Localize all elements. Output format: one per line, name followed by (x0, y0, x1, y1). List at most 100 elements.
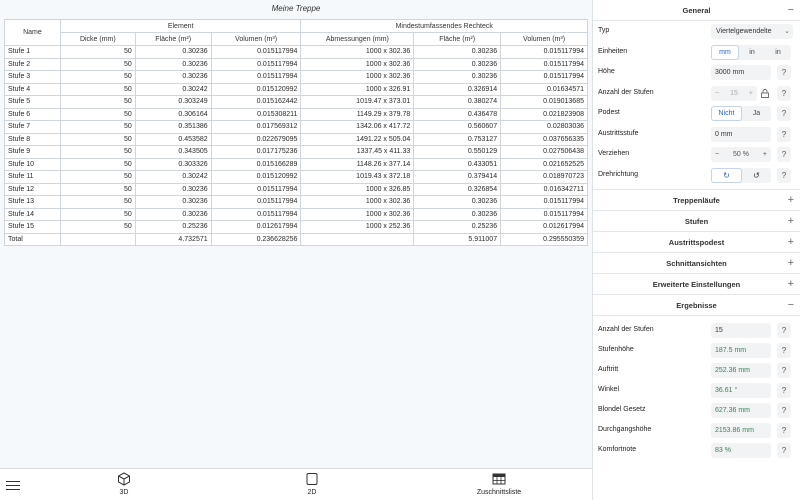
help-icon[interactable]: ? (777, 423, 791, 438)
expand-icon[interactable]: + (788, 211, 794, 232)
table-row: Stufe 7 50 0.351386 0.017569312 1342.06 x 41… (4, 120, 588, 134)
section-erweitert-title: Erweiterte Einstellungen (652, 280, 741, 289)
table-cell: Stufe 5 (4, 95, 61, 109)
table-cell: 0.012617994 (500, 220, 588, 234)
row-typ: Typ Viertelgewendelte ⌄ (593, 21, 800, 42)
help-icon[interactable]: ? (777, 65, 791, 80)
square-icon (306, 473, 318, 485)
section-general-header[interactable]: General − (593, 0, 800, 21)
table-cell: 0.015117994 (210, 57, 302, 71)
table-cell: 0.30236 (134, 57, 212, 71)
anzahl-stepper[interactable]: − 15 + (711, 85, 757, 101)
help-icon[interactable]: ? (777, 363, 791, 378)
section-schnittansichten-header[interactable]: Schnittansichten + (593, 253, 800, 274)
view-2d-button[interactable]: 2D (272, 472, 352, 496)
plus-icon[interactable]: + (763, 147, 767, 162)
table-cell: 0.30236 (134, 182, 212, 196)
help-icon[interactable]: ? (777, 167, 791, 183)
table-cell: 0.30242 (134, 82, 212, 96)
page-title: Meine Treppe (271, 4, 321, 13)
table-cell: 0.01634571 (500, 82, 588, 96)
row-podest: Podest Nicht Ja ? (593, 103, 800, 124)
table-cell: 1337.45 x 411.33 (300, 145, 415, 159)
cutlist-button[interactable]: Zuschnittsliste (459, 472, 539, 496)
result-label: Auftritt (598, 366, 619, 373)
table-cell: Stufe 8 (4, 132, 61, 146)
table-cell: 0.015308211 (210, 107, 302, 121)
table-cell: 1149.29 x 379.78 (300, 107, 415, 121)
result-value: 2153.86 mm (711, 423, 771, 438)
podest-toggle: Nicht Ja (711, 106, 771, 121)
unit-in-option[interactable]: in (739, 45, 765, 60)
table-cell: Stufe 11 (4, 170, 61, 184)
section-ergebnisse-header[interactable]: Ergebnisse − (593, 295, 800, 316)
table-cell: 1148.26 x 377.14 (300, 157, 415, 171)
hoehe-input[interactable]: 3000 mm (711, 65, 771, 80)
verziehen-stepper[interactable]: − 50 % + (711, 147, 771, 162)
table-cell: 0.343505 (134, 145, 212, 159)
drehrichtung-toggle: ↻ ↺ (711, 167, 771, 183)
expand-icon[interactable]: + (788, 190, 794, 211)
results-list: Anzahl der Stufen 15? Stufenhöhe 187.5 mm? A… (593, 316, 800, 460)
row-austritt: Austrittsstufe 0 mm ? (593, 124, 800, 145)
result-value: 252.36 mm (711, 363, 771, 378)
table-row: Stufe 13 50 0.30236 0.015117994 1000 x 302.3… (4, 195, 588, 209)
expand-icon[interactable]: + (788, 253, 794, 274)
view-3d-button[interactable]: 3D (84, 472, 164, 496)
help-icon[interactable]: ? (777, 403, 791, 418)
plus-icon[interactable]: + (749, 86, 753, 101)
help-icon[interactable]: ? (777, 147, 791, 162)
section-treppenlaeufe-header[interactable]: Treppenläufe + (593, 190, 800, 211)
podest-ja-option[interactable]: Ja (742, 106, 771, 121)
table-row: Stufe 15 50 0.25236 0.012617994 1000 x 252.3… (4, 220, 588, 234)
collapse-icon[interactable]: − (788, 295, 794, 316)
table-cell: 0.015117994 (500, 207, 588, 221)
help-icon[interactable]: ? (777, 106, 791, 121)
help-icon[interactable]: ? (777, 85, 791, 101)
table-cell: 0.30236 (134, 207, 212, 221)
unit-in-frac-option[interactable]: in (765, 45, 791, 60)
table-cell: 0.015162442 (210, 95, 302, 109)
col-flaeche2-header: Fläche (m²) (413, 32, 502, 46)
expand-icon[interactable]: + (788, 274, 794, 295)
section-austrittspodest-header[interactable]: Austrittspodest + (593, 232, 800, 253)
table-cell: 0.436478 (413, 107, 502, 121)
section-general-title: General (682, 6, 711, 15)
rotate-counterclockwise-icon[interactable]: ↺ (742, 168, 771, 183)
section-schnittansichten-title: Schnittansichten (666, 259, 727, 268)
podest-nicht-option[interactable]: Nicht (711, 106, 742, 121)
lock-icon[interactable] (761, 88, 769, 98)
result-label: Stufenhöhe (598, 346, 634, 353)
expand-icon[interactable]: + (788, 232, 794, 253)
table-row: Stufe 1 50 0.30236 0.015117994 1000 x 302.36… (4, 45, 588, 59)
help-icon[interactable]: ? (777, 343, 791, 358)
table-cell: Stufe 4 (4, 82, 61, 96)
table-cell: 50 (59, 145, 136, 159)
table-row: Stufe 11 50 0.30242 0.015120992 1019.43 x 37… (4, 170, 588, 184)
table-cell: 50 (59, 207, 136, 221)
table-cell: 0.015117994 (210, 45, 302, 59)
row-einheiten: Einheiten mm in in (593, 42, 800, 63)
collapse-icon[interactable]: − (788, 0, 794, 21)
austritt-input[interactable]: 0 mm (711, 126, 771, 142)
table-cell: 0.453582 (134, 132, 212, 146)
rotate-clockwise-icon[interactable]: ↻ (711, 167, 742, 183)
table-cell: 50 (59, 70, 136, 84)
table-row: Stufe 6 50 0.306164 0.015308211 1149.29 x 37… (4, 107, 588, 121)
table-cell: 0.037656335 (500, 132, 588, 146)
section-erweitert-header[interactable]: Erweiterte Einstellungen + (593, 274, 800, 295)
einheiten-label: Einheiten (598, 47, 628, 55)
result-row: Auftritt 252.36 mm? (593, 360, 800, 380)
section-stufen-header[interactable]: Stufen + (593, 211, 800, 232)
table-row: Stufe 3 50 0.30236 0.015117994 1000 x 302.36… (4, 70, 588, 84)
table-cell: 50 (59, 120, 136, 134)
unit-mm-option[interactable]: mm (711, 44, 739, 60)
help-icon[interactable]: ? (777, 383, 791, 398)
table-cell: 0.02803036 (500, 120, 588, 134)
help-icon[interactable]: ? (777, 323, 791, 338)
menu-button[interactable] (6, 478, 22, 492)
help-icon[interactable]: ? (777, 126, 791, 142)
typ-select[interactable]: Viertelgewendelte ⌄ (711, 24, 793, 39)
help-icon[interactable]: ? (777, 443, 791, 458)
table-cell: 1342.06 x 417.72 (300, 120, 415, 134)
